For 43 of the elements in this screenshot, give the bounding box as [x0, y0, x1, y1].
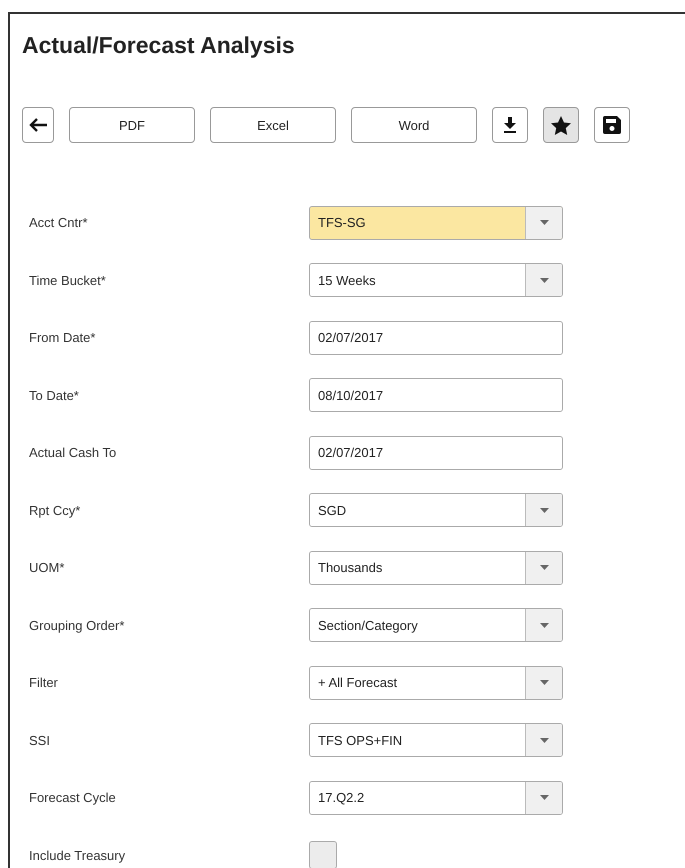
field-label: From Date*	[28, 330, 96, 346]
field-label: Acct Cntr*	[28, 215, 89, 230]
caret-icon	[540, 680, 548, 686]
dropdown-field[interactable]: + All Forecast	[309, 666, 563, 700]
field-label: Grouping Order*	[28, 618, 126, 633]
page-title: Actual/Forecast Analysis	[22, 31, 296, 59]
export-button[interactable]: Excel	[210, 107, 336, 143]
field-label: Actual Cash To	[28, 445, 118, 460]
field-label: UOM*	[28, 560, 66, 576]
export-button[interactable]: PDF	[69, 107, 195, 143]
caret-icon	[540, 795, 548, 800]
back-arrow-icon	[28, 117, 48, 133]
field-label: Time Bucket*	[28, 272, 107, 288]
caret-icon	[540, 220, 548, 226]
caret-icon	[540, 622, 548, 628]
checkbox[interactable]	[309, 841, 337, 868]
input-field[interactable]: 08/10/2017	[309, 378, 563, 412]
input-field[interactable]: 02/07/2017	[309, 320, 563, 355]
save-button[interactable]	[594, 107, 630, 143]
field-label: SSI	[28, 732, 51, 748]
dropdown-field[interactable]: 17.Q2.2	[309, 780, 563, 815]
dropdown-field[interactable]: 15 Weeks	[309, 263, 563, 298]
caret-icon	[540, 738, 548, 743]
dropdown-field[interactable]: SGD	[309, 493, 563, 528]
dropdown-field[interactable]: TFS OPS+FIN	[309, 723, 563, 758]
dropdown-field[interactable]: Thousands	[309, 550, 563, 585]
field-label: To Date*	[28, 388, 80, 403]
field-label: Forecast Cycle	[28, 790, 117, 806]
star-button[interactable]	[543, 107, 579, 143]
caret-icon	[540, 278, 548, 283]
download-button[interactable]	[492, 107, 528, 143]
caret-icon	[540, 565, 548, 570]
input-field[interactable]: 02/07/2017	[309, 436, 563, 470]
field-label: Include Treasury	[28, 848, 126, 863]
dropdown-field[interactable]: TFS-SG	[309, 206, 563, 240]
dropdown-field[interactable]: Section/Category	[309, 608, 563, 642]
field-label: Rpt Ccy*	[28, 502, 82, 518]
field-label: Filter	[28, 675, 59, 690]
star-icon	[551, 116, 571, 134]
caret-icon	[540, 508, 548, 513]
back-button[interactable]	[22, 107, 54, 143]
download-icon	[503, 116, 517, 134]
export-button[interactable]: Word	[351, 107, 477, 143]
